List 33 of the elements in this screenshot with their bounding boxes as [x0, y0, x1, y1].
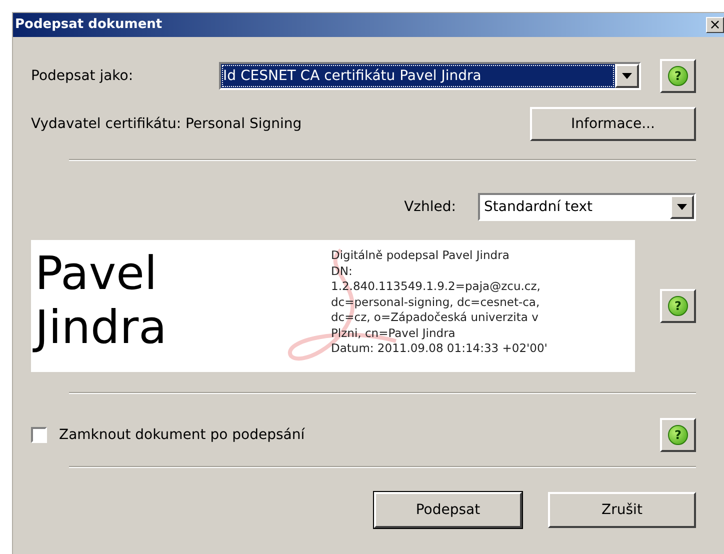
select-value: Id CESNET CA certifikátu Pavel Jindra	[221, 64, 615, 88]
help-button[interactable]: ?	[660, 59, 696, 93]
dialog-button[interactable]: Podepsat	[374, 492, 522, 528]
select-value: Standardní text	[483, 198, 594, 216]
close-button[interactable]: ×	[706, 17, 724, 33]
dialog-button[interactable]: Zrušit	[548, 492, 696, 528]
certificate-select[interactable]: Id CESNET CA certifikátu Pavel Jindra	[219, 62, 641, 90]
signature-detail: dc=cz, o=Západočeská univerzita v	[331, 310, 540, 326]
help-icon: ?	[668, 296, 688, 316]
signature-detail: Digitálně podepsal Pavel Jindra	[331, 248, 510, 264]
help-icon: ?	[668, 425, 688, 445]
dropdown-button[interactable]	[670, 195, 694, 219]
signature-detail: Datum: 2011.09.08 01:14:33 +02'00'	[331, 341, 548, 356]
help-button[interactable]: ?	[660, 289, 696, 323]
info-button[interactable]: Informace...	[530, 107, 696, 141]
signature-detail: 1.2.840.113549.1.9.2=paja@zcu.cz,	[331, 279, 542, 294]
sign-as-label: Podepsat jako:	[31, 66, 134, 86]
help-button[interactable]: ?	[660, 418, 696, 452]
signer-name: Jindra	[35, 300, 331, 354]
lock-label: Zamknout dokument po podepsání	[59, 426, 305, 444]
signature-detail: Plzni, cn=Pavel Jindra	[331, 326, 456, 341]
signer-name: Pavel	[35, 246, 158, 300]
caret-icon	[622, 73, 632, 79]
dropdown-button[interactable]	[615, 64, 639, 88]
signature-detail: dc=personal-signing, dc=cesnet-ca,	[331, 294, 541, 310]
window-title: Podepsat dokument	[15, 16, 164, 34]
lock-checkbox[interactable]	[31, 427, 47, 443]
issuer-text: Vydavatel certifikátu: Personal Signing	[31, 114, 303, 134]
appearance-select[interactable]: Standardní text	[478, 193, 696, 221]
appearance-label: Vzhled:	[404, 198, 456, 216]
help-icon: ?	[668, 66, 688, 86]
signature-detail: DN:	[331, 264, 354, 279]
caret-icon	[677, 204, 687, 210]
